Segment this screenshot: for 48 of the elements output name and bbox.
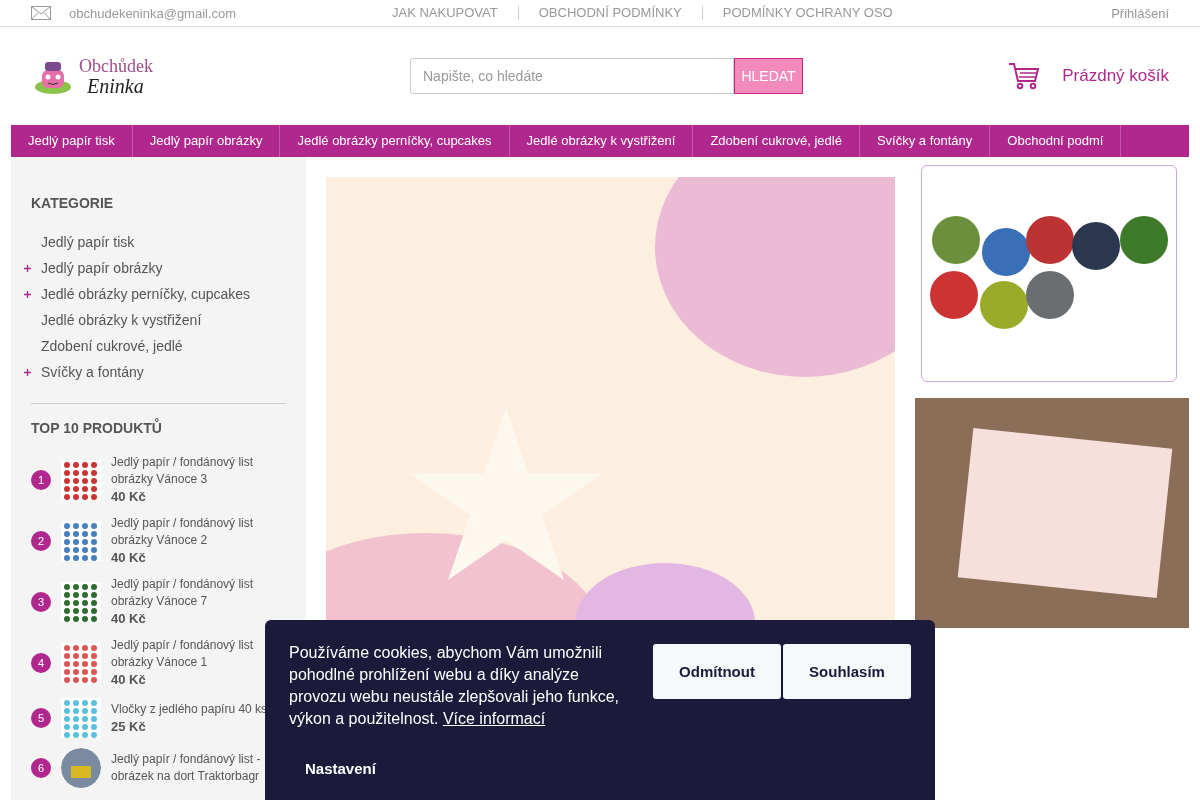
product-link[interactable]: Jedlý papír / fondánový list obrázky Vánoce 7	[111, 576, 286, 610]
category-link[interactable]: Jedlý papír obrázky	[41, 260, 163, 276]
product-thumbnail[interactable]	[61, 520, 101, 561]
plus-icon[interactable]	[24, 264, 31, 272]
section-heading: KATEGORIE	[31, 195, 115, 211]
accept-button[interactable]: Souhlasím	[783, 644, 911, 699]
settings-button[interactable]: Nastavení	[305, 756, 376, 781]
product-price: 25 Kč	[111, 718, 147, 735]
tractor-banner-image[interactable]	[921, 165, 1177, 382]
rank-badge: 2	[31, 530, 51, 551]
product-price: 40 Kč	[111, 671, 147, 688]
reject-button[interactable]: Odmítnout	[653, 644, 781, 699]
category-link[interactable]: Jedlé obrázky k vystřižení	[41, 312, 202, 328]
rank-badge: 4	[31, 652, 51, 673]
wood-banner-image[interactable]	[915, 398, 1189, 628]
product-price: 40 Kč	[111, 610, 147, 627]
product-price: 40 Kč	[111, 549, 147, 566]
rank-badge: 3	[31, 591, 51, 612]
nav-link[interactable]: Jedlé obrázky k vystřižení	[509, 125, 694, 157]
category-link[interactable]: Jedlé obrázky perníčky, cupcakes	[41, 286, 251, 302]
plus-icon[interactable]	[24, 368, 31, 376]
rank-badge: 1	[31, 469, 51, 490]
product-thumbnail[interactable]	[61, 698, 101, 738]
cart-link[interactable]: Prázdný košík	[1008, 62, 1169, 90]
nav-link[interactable]: Svíčky a fontány	[859, 125, 991, 157]
mail-icon	[31, 6, 51, 20]
product-link[interactable]: Jedlý papír / fondánový list obrázky Vánoce 3	[111, 454, 286, 488]
more-info-link[interactable]: Více informací	[442, 710, 546, 727]
product-price: 40 Kč	[111, 488, 147, 505]
rank-badge: 5	[31, 708, 51, 728]
category-link[interactable]: Jedlý papír tisk	[41, 234, 135, 250]
email-address: obchudekeninka@gmail.com	[69, 5, 237, 21]
logo[interactable]: Obchůdek Eninka	[33, 56, 410, 96]
product-thumbnail[interactable]	[61, 581, 101, 622]
plus-icon[interactable]	[24, 290, 31, 298]
product-thumbnail[interactable]	[61, 748, 101, 788]
category-link[interactable]: Svíčky a fontány	[41, 364, 144, 380]
product-thumbnail[interactable]	[61, 642, 101, 683]
cookie-text: Používáme cookies, abychom Vám umožnili pohodlné prohlížení webu a díky analýze provozu webu neustále zlepšovali jeho funkce, výkon a použitelnost. Více informací	[289, 643, 620, 729]
nav-link[interactable]: Zdobení cukrové, jedlé	[693, 125, 860, 157]
rank-badge: 6	[31, 758, 51, 778]
section-heading: TOP 10 PRODUKTŮ	[31, 420, 163, 436]
cart-icon	[1008, 62, 1041, 90]
search-field[interactable]: Napište, co hledáte	[410, 58, 734, 94]
category-link[interactable]: Zdobení cukrové, jedlé	[41, 338, 183, 354]
product-link[interactable]: Jedlý papír / fondánový list obrázky Vánoce 2	[111, 515, 286, 549]
product-thumbnail[interactable]	[61, 459, 101, 500]
nav-link[interactable]: Obchodní podmí	[990, 125, 1122, 157]
